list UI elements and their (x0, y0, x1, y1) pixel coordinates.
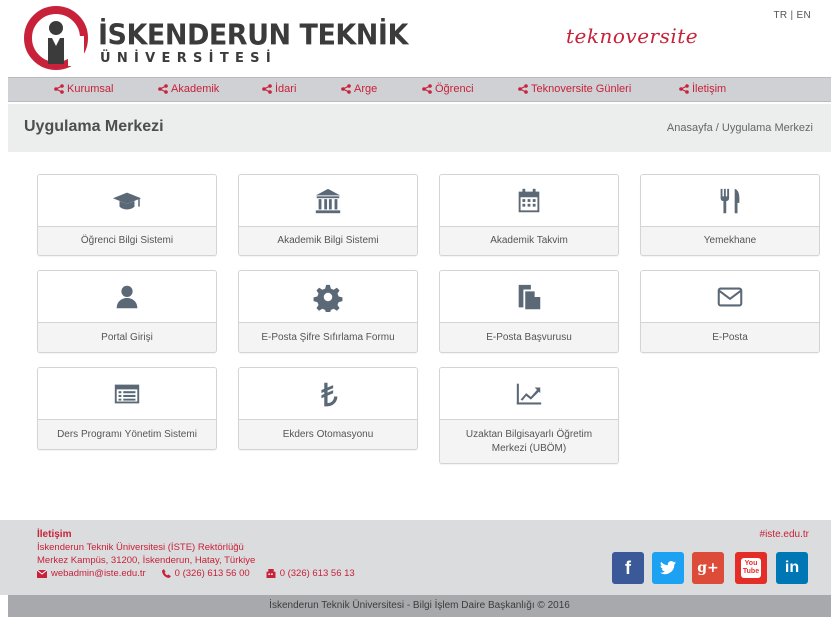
footer-title: İletişim (37, 529, 72, 540)
page-title: Uygulama Merkezi (24, 118, 164, 135)
twitter-icon[interactable] (652, 552, 684, 584)
nav-label: Arge (354, 83, 378, 95)
tile-eposta-sifre-sifirlama[interactable]: E-Posta Şifre Sıfırlama Formu (238, 270, 418, 353)
share-icon (54, 84, 64, 94)
tile-ders-programi[interactable]: Ders Programı Yönetim Sistemi (37, 367, 217, 450)
footer-hashtag[interactable]: #iste.edu.tr (760, 529, 809, 540)
tile-label: Öğrenci Bilgi Sistemi (38, 227, 216, 255)
tile-label: Ekders Otomasyonu (239, 420, 417, 449)
tile-ogrenci-bilgi-sistemi[interactable]: Öğrenci Bilgi Sistemi (37, 174, 217, 256)
university-logo-icon[interactable] (24, 6, 88, 70)
copyright-bar: İskenderun Teknik Üniversitesi - Bilgi İ… (8, 595, 831, 617)
user-icon (116, 285, 138, 308)
nav-label: Öğrenci (435, 83, 474, 95)
tile-eposta-basvurusu[interactable]: E-Posta Başvurusu (439, 270, 619, 353)
copy-file-icon (518, 284, 541, 309)
share-icon (341, 84, 351, 94)
nav-item-ogrenci[interactable]: Öğrenci (422, 83, 474, 95)
nav-label: İdari (275, 83, 297, 95)
nav-item-akademik[interactable]: Akademik (158, 83, 219, 95)
facebook-icon[interactable]: f (612, 552, 644, 584)
tile-label: E-Posta (641, 323, 819, 352)
turkish-lira-icon (321, 382, 338, 406)
footer-address-line1: İskenderun Teknik Üniversitesi (İSTE) Re… (37, 542, 244, 553)
tile-eposta[interactable]: E-Posta (640, 270, 820, 353)
tile-akademik-bilgi-sistemi[interactable]: Akademik Bilgi Sistemi (238, 174, 418, 256)
footer-email[interactable]: webadmin@iste.edu.tr (51, 568, 146, 579)
share-icon (679, 84, 689, 94)
main-nav: Kurumsal Akademik İdari Arge Öğrenci Tek… (8, 77, 831, 102)
teknoversite-logo[interactable]: teknoversite (566, 24, 698, 48)
nav-item-arge[interactable]: Arge (341, 83, 377, 95)
breadcrumb[interactable]: Anasayfa / Uygulama Merkezi (667, 122, 813, 134)
area-chart-icon (516, 383, 542, 404)
nav-item-idari[interactable]: İdari (262, 83, 296, 95)
nav-label: Akademik (171, 83, 220, 95)
tile-akademik-takvim[interactable]: Akademik Takvim (439, 174, 619, 256)
linkedin-icon[interactable]: in (776, 552, 808, 584)
youtube-icon[interactable]: You Tube (735, 552, 767, 584)
nav-label: İletişim (692, 83, 727, 95)
site-header: İSKENDERUN TEKNİK ÜNİVERSİTESİ teknovers… (0, 0, 831, 74)
footer-fax: 0 (326) 613 56 13 (279, 568, 355, 579)
fax-icon (266, 569, 276, 578)
footer-contact-row: webadmin@iste.edu.tr 0 (326) 613 56 00 0… (37, 568, 355, 579)
tile-label: Uzaktan Bilgisayarlı Öğretim Merkezi (UB… (440, 420, 618, 463)
tile-label: Akademik Takvim (440, 227, 618, 255)
envelope-icon (37, 569, 47, 578)
footer-phone: 0 (326) 613 56 00 (174, 568, 250, 579)
phone-icon (161, 569, 171, 578)
envelope-icon (717, 287, 743, 306)
cutlery-icon (720, 188, 740, 213)
tile-ekders-otomasyonu[interactable]: Ekders Otomasyonu (238, 367, 418, 450)
nav-label: Kurumsal (67, 83, 114, 95)
graduation-cap-icon (112, 192, 142, 209)
tile-ubom[interactable]: Uzaktan Bilgisayarlı Öğretim Merkezi (UB… (439, 367, 619, 464)
nav-item-iletisim[interactable]: İletişim (679, 83, 726, 95)
tile-portal-girisi[interactable]: Portal Girişi (37, 270, 217, 353)
tile-label: Ders Programı Yönetim Sistemi (38, 420, 216, 449)
site-footer: İletişim İskenderun Teknik Üniversitesi … (0, 520, 831, 595)
gear-icon (313, 284, 343, 312)
language-switcher[interactable]: TR | EN (774, 10, 811, 21)
nav-label: Teknoversite Günleri (531, 83, 632, 95)
nav-item-kurumsal[interactable]: Kurumsal (54, 83, 113, 95)
nav-item-teknoversite-gunleri[interactable]: Teknoversite Günleri (518, 83, 631, 95)
share-icon (158, 84, 168, 94)
university-subtitle: ÜNİVERSİTESİ (100, 51, 277, 66)
share-icon (422, 84, 432, 94)
tile-label: Yemekhane (641, 227, 819, 255)
tile-label: E-Posta Şifre Sıfırlama Formu (239, 323, 417, 352)
google-plus-icon[interactable]: g+ (692, 552, 724, 584)
share-icon (262, 84, 272, 94)
university-name: İSKENDERUN TEKNİK (98, 19, 408, 52)
tile-label: Portal Girişi (38, 323, 216, 352)
share-icon (518, 84, 528, 94)
page-header: Uygulama Merkezi Anasayfa / Uygulama Mer… (8, 104, 831, 152)
list-alt-icon (114, 384, 140, 403)
youtube-label: You Tube (741, 558, 761, 578)
tile-yemekhane[interactable]: Yemekhane (640, 174, 820, 256)
institution-icon (315, 188, 341, 213)
tile-label: E-Posta Başvurusu (440, 323, 618, 352)
calendar-icon (518, 188, 540, 212)
footer-address-line2: Merkez Kampüs, 31200, İskenderun, Hatay,… (37, 555, 256, 566)
tile-label: Akademik Bilgi Sistemi (239, 227, 417, 255)
